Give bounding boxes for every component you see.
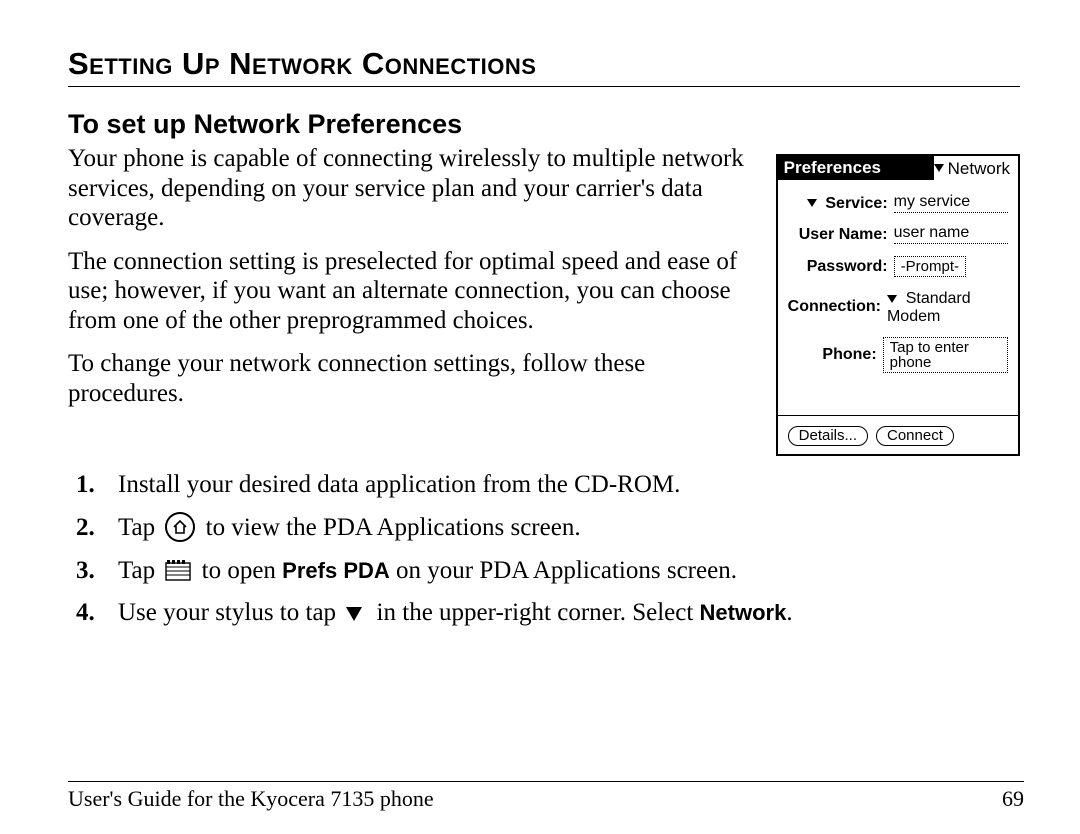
- page-title: Setting Up Network Connections: [68, 46, 1020, 82]
- value-phone[interactable]: Tap to enter phone: [883, 337, 1008, 373]
- pda-preferences-screenshot: Preferences Network Service: my service …: [776, 154, 1020, 456]
- row-service: Service: my service: [788, 194, 1008, 213]
- row-connection: Connection: Standard Modem: [788, 289, 1008, 325]
- step-number: 1.: [68, 466, 118, 505]
- footer-left: User's Guide for the Kyocera 7135 phone: [68, 786, 434, 812]
- paragraph-3: To change your network connection settin…: [68, 349, 752, 408]
- connect-button[interactable]: Connect: [876, 426, 954, 446]
- pda-header-title: Preferences: [778, 156, 934, 180]
- value-service[interactable]: my service: [894, 194, 1008, 213]
- row-phone: Phone: Tap to enter phone: [788, 337, 1008, 373]
- chevron-down-icon: [887, 295, 897, 303]
- section-heading: To set up Network Preferences: [68, 109, 1020, 140]
- step-number: 4.: [68, 594, 118, 633]
- manual-page: Setting Up Network Connections To set up…: [0, 0, 1080, 834]
- pda-header-menu-label: Network: [948, 160, 1010, 177]
- value-connection[interactable]: Standard Modem: [887, 289, 1008, 325]
- label-connection: Connection:: [788, 299, 881, 315]
- value-password[interactable]: -Prompt-: [894, 256, 966, 277]
- step-1: 1. Install your desired data application…: [68, 466, 1020, 505]
- step-number: 3.: [68, 552, 118, 591]
- details-button[interactable]: Details...: [788, 426, 868, 446]
- chevron-down-icon: [934, 164, 944, 172]
- home-icon: [165, 512, 195, 542]
- row-username: User Name: user name: [788, 225, 1008, 244]
- step-4: 4. Use your stylus to tap in the upper-r…: [68, 594, 1020, 633]
- chevron-down-icon: [807, 199, 817, 207]
- step-text: Tap to open Prefs PDA on your PD: [118, 552, 737, 591]
- paragraph-2: The connection setting is preselected fo…: [68, 247, 752, 336]
- pda-header-dropdown[interactable]: Network: [934, 156, 1018, 180]
- pda-body: Service: my service User Name: user name…: [778, 180, 1018, 383]
- step-number: 2.: [68, 509, 118, 548]
- footer-rule: [68, 781, 1024, 782]
- step-text: Use your stylus to tap in the upper-righ…: [118, 594, 793, 633]
- content-area: Your phone is capable of connecting wire…: [68, 144, 1020, 456]
- step-list: 1. Install your desired data application…: [68, 466, 1020, 633]
- title-rule: [68, 86, 1020, 87]
- body-column: Your phone is capable of connecting wire…: [68, 144, 752, 422]
- step-text: Tap to view the PDA Applications screen.: [118, 509, 581, 548]
- pda-button-row: Details... Connect: [778, 422, 1018, 454]
- label-service: Service:: [788, 196, 888, 212]
- page-footer: User's Guide for the Kyocera 7135 phone …: [68, 786, 1024, 812]
- pda-header: Preferences Network: [778, 156, 1018, 180]
- value-username[interactable]: user name: [894, 225, 1008, 244]
- step-text: Install your desired data application fr…: [118, 466, 680, 505]
- chevron-down-icon: [346, 607, 366, 621]
- row-password: Password: -Prompt-: [788, 256, 1008, 277]
- label-password: Password:: [788, 259, 888, 275]
- label-phone: Phone:: [788, 347, 877, 363]
- label-username: User Name:: [788, 227, 888, 243]
- step-2: 2. Tap to view the PDA Applications scre…: [68, 509, 1020, 548]
- prefs-icon: [165, 559, 191, 581]
- paragraph-1: Your phone is capable of connecting wire…: [68, 144, 752, 233]
- pda-divider: [778, 415, 1018, 416]
- page-number: 69: [1002, 786, 1024, 812]
- step-3: 3. Tap to open Prefs PDA: [68, 552, 1020, 591]
